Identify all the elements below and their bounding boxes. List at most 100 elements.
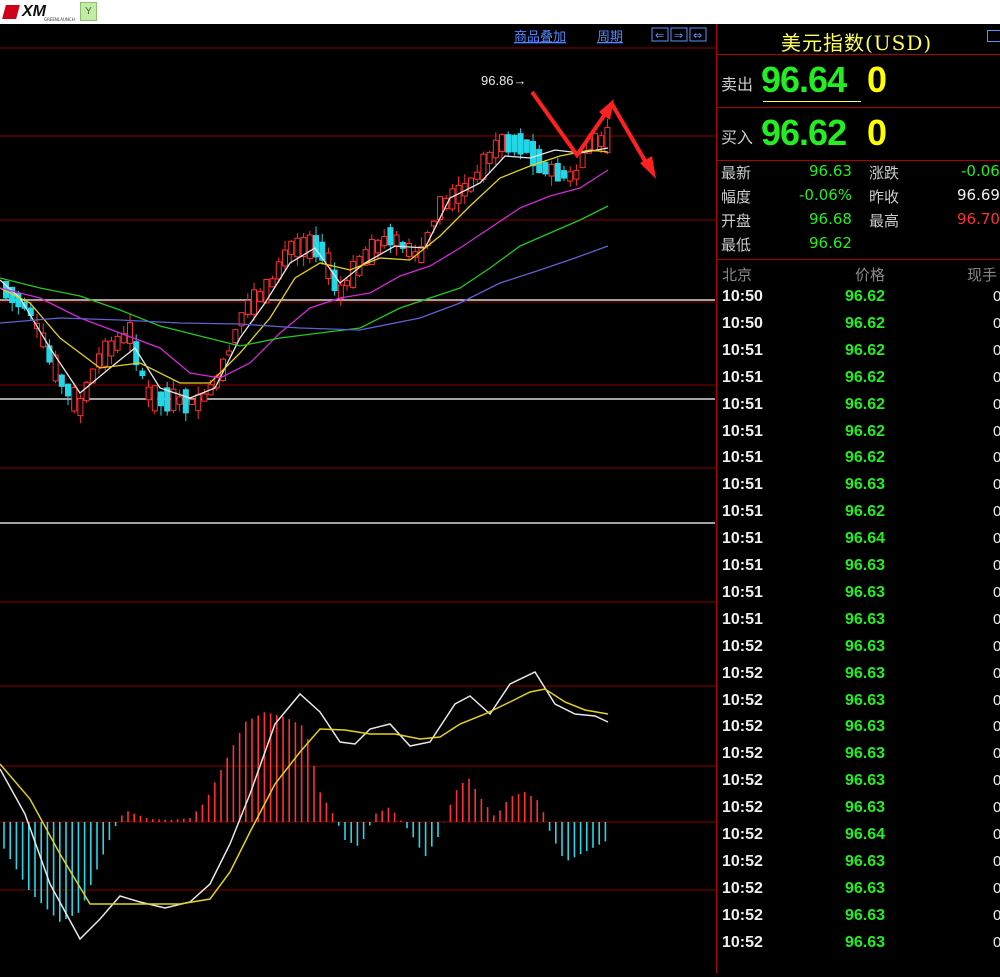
tick-row: 10:52 96.63 0	[717, 692, 1000, 719]
candle-body	[257, 291, 264, 303]
level-lines	[0, 299, 715, 524]
candle-body	[449, 188, 456, 210]
candle-body	[275, 261, 282, 280]
tick-volume: 0	[993, 368, 1000, 386]
tick-price: 96.63	[845, 718, 886, 736]
candle-body	[511, 134, 518, 153]
chart-svg: 商品叠加 周期 ⇐ ⇒ ⇔ 96.86→	[0, 27, 715, 941]
candle-body	[393, 234, 400, 248]
scroll-left-glyph: ⇐	[655, 29, 664, 42]
tick-row: 10:51 96.62 0	[717, 342, 1000, 369]
tick-time: 10:50	[722, 288, 763, 305]
tick-time: 10:52	[722, 745, 763, 763]
tick-volume: 0	[993, 745, 1000, 763]
amplitude-value: -0.06%	[799, 186, 853, 204]
tick-price: 96.62	[845, 288, 886, 305]
macd-lines	[0, 671, 609, 941]
tick-time: 10:51	[722, 476, 763, 494]
candle-body	[387, 227, 394, 246]
ma30-line	[0, 205, 609, 347]
tick-time: 10:52	[722, 933, 763, 951]
candle-body	[282, 249, 288, 267]
xm-logo: XM GREENLAUNCH	[2, 3, 75, 22]
tick-row: 10:50 96.62 0	[717, 315, 1000, 342]
window-toggle-icon[interactable]	[987, 30, 1000, 42]
spreadsheet-icon[interactable]: Y	[80, 2, 97, 21]
quote-title-bar: 美元指数(USD)	[717, 24, 1000, 55]
tick-volume: 0	[993, 852, 1000, 870]
candle-body	[592, 132, 598, 152]
tick-row: 10:51 96.62 0	[717, 396, 1000, 423]
candlestick-chart-area[interactable]: 商品叠加 周期 ⇐ ⇒ ⇔ 96.86→	[0, 24, 715, 973]
tick-time: 10:51	[722, 449, 763, 467]
candle-body	[102, 340, 109, 367]
tick-time: 10:52	[722, 637, 763, 655]
candle-body	[399, 241, 406, 249]
candle-body	[158, 391, 164, 407]
buy-quote[interactable]: 买入 96.62 0	[717, 108, 1000, 161]
tick-time: 10:51	[722, 557, 763, 574]
candle-body	[492, 139, 499, 159]
tick-row: 10:51 96.63 0	[717, 584, 1000, 611]
candle-body	[430, 220, 437, 227]
latest-value: 96.63	[809, 162, 852, 180]
tick-row: 10:51 96.62 0	[717, 449, 1000, 476]
tick-price: 96.62	[845, 503, 886, 521]
latest-label: 最新	[721, 164, 752, 182]
candle-body	[536, 149, 543, 174]
tick-row: 10:52 96.63 0	[717, 665, 1000, 692]
candle-body	[294, 237, 301, 258]
candle-body	[114, 335, 121, 351]
change-value: -0.06	[961, 162, 1000, 180]
tick-row: 10:51 96.63 0	[717, 557, 1000, 584]
sell-quote[interactable]: 卖出 96.64 0	[717, 55, 1000, 108]
tick-price: 96.63	[845, 476, 886, 494]
tick-time: 10:50	[722, 314, 763, 332]
tick-time: 10:51	[722, 368, 763, 386]
candle-body	[244, 300, 251, 316]
tick-volume: 0	[993, 718, 1000, 736]
candle-body	[182, 389, 189, 414]
candle-body	[46, 345, 53, 363]
tick-volume: 0	[993, 906, 1000, 924]
candle-body	[288, 240, 295, 256]
tick-volume: 0	[993, 314, 1000, 332]
candle-body	[251, 289, 257, 315]
zoom-glyph: ⇔	[693, 29, 702, 42]
tick-price: 96.63	[845, 852, 886, 870]
sell-volume: 0	[867, 59, 888, 100]
candle-body	[195, 394, 202, 412]
tick-row: 10:52 96.63 0	[717, 638, 1000, 665]
tick-price: 96.62	[845, 422, 886, 440]
overlay-button[interactable]: 商品叠加	[514, 30, 566, 45]
candle-body	[337, 284, 344, 300]
candle-body	[139, 370, 146, 377]
tick-row: 10:52 96.63 0	[717, 907, 1000, 934]
high-value: 96.70	[957, 210, 1000, 228]
tick-row: 10:52 96.64 0	[717, 826, 1000, 853]
period-button[interactable]: 周期	[597, 30, 623, 45]
quote-stats: 最新 96.63 涨跌 -0.06 幅度 -0.06% 昨收 96.69 开盘 …	[717, 159, 1000, 260]
tick-volume: 0	[993, 288, 1000, 305]
candle-body	[58, 374, 65, 387]
tick-time: 10:52	[722, 852, 763, 870]
amplitude-label: 幅度	[721, 188, 752, 206]
sell-label: 卖出	[721, 75, 754, 94]
candle-body	[505, 134, 512, 153]
ticks-header-price: 价格	[855, 266, 886, 284]
candle-body	[71, 387, 78, 412]
change-label: 涨跌	[869, 164, 900, 182]
tick-row: 10:52 96.63 0	[717, 853, 1000, 880]
tick-volume: 0	[993, 826, 1000, 843]
sell-price: 96.64	[761, 59, 847, 100]
tick-row: 10:52 96.63 0	[717, 880, 1000, 907]
tick-volume: 0	[993, 341, 1000, 359]
candle-body	[468, 177, 474, 192]
candle-body	[226, 350, 233, 356]
candle-body	[77, 397, 84, 417]
tick-price: 96.62	[845, 395, 886, 413]
candle-body	[548, 163, 555, 177]
tick-time: 10:52	[722, 691, 763, 709]
tick-volume: 0	[993, 799, 1000, 817]
candle-body	[561, 170, 567, 179]
